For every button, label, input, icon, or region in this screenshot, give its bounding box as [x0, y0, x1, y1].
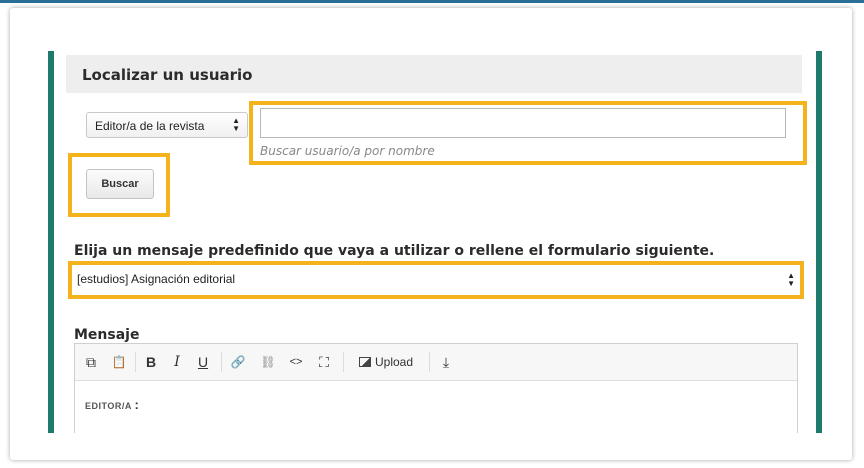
editor-toolbar: ⧉ 📋 B I U 🔗 ⛓ <> ⛶ Upload ⤓	[75, 344, 797, 381]
message-label: Mensaje	[74, 327, 140, 343]
right-accent-bar	[816, 51, 822, 433]
search-input[interactable]	[260, 108, 786, 138]
bold-button[interactable]: B	[141, 352, 161, 372]
underline-button[interactable]: U	[193, 352, 213, 372]
editor-body-text: EDITOR/A :	[85, 397, 139, 412]
template-heading: Elija un mensaje predefinido que vaya a …	[74, 243, 715, 259]
unlink-icon[interactable]: ⛓	[257, 352, 279, 372]
role-select-value: Editor/a de la revista	[95, 119, 205, 133]
editor-content[interactable]: EDITOR/A :	[75, 381, 797, 433]
copy-icon[interactable]: ⧉	[81, 352, 101, 372]
upload-button[interactable]: Upload	[351, 352, 421, 372]
select-arrows-icon: ▲ ▼	[787, 271, 795, 288]
message-editor: ⧉ 📋 B I U 🔗 ⛓ <> ⛶ Upload ⤓ EDITOR/A :	[74, 343, 798, 433]
fullscreen-icon[interactable]: ⛶	[313, 352, 335, 372]
upload-label: Upload	[374, 355, 414, 369]
template-select-value: [estudios] Asignación editorial	[77, 272, 236, 286]
toolbar-separator	[135, 352, 136, 372]
toolbar-separator	[221, 352, 222, 372]
editor-colon: :	[134, 397, 139, 412]
image-icon	[358, 357, 371, 367]
search-button[interactable]: Buscar	[86, 169, 154, 199]
toolbar-separator	[429, 352, 430, 372]
locate-user-title: Localizar un usuario	[82, 66, 253, 84]
search-help-text: Buscar usuario/a por nombre	[260, 144, 435, 158]
editor-role-label: EDITOR/A	[85, 401, 132, 411]
select-arrows-icon: ▲ ▼	[232, 116, 240, 133]
locate-user-header: Localizar un usuario	[66, 55, 802, 93]
role-select[interactable]: Editor/a de la revista ▲ ▼	[86, 112, 248, 138]
search-button-label: Buscar	[101, 178, 139, 190]
top-strip	[0, 0, 864, 3]
template-select[interactable]: [estudios] Asignación editorial ▲ ▼	[75, 265, 797, 293]
italic-button[interactable]: I	[167, 352, 187, 372]
link-icon[interactable]: 🔗	[227, 352, 249, 372]
paste-icon[interactable]: 📋	[109, 352, 129, 372]
form-panel: Localizar un usuario Editor/a de la revi…	[54, 51, 816, 433]
toolbar-separator	[343, 352, 344, 372]
insert-icon[interactable]: ⤓	[435, 352, 457, 372]
code-icon[interactable]: <>	[285, 352, 307, 372]
